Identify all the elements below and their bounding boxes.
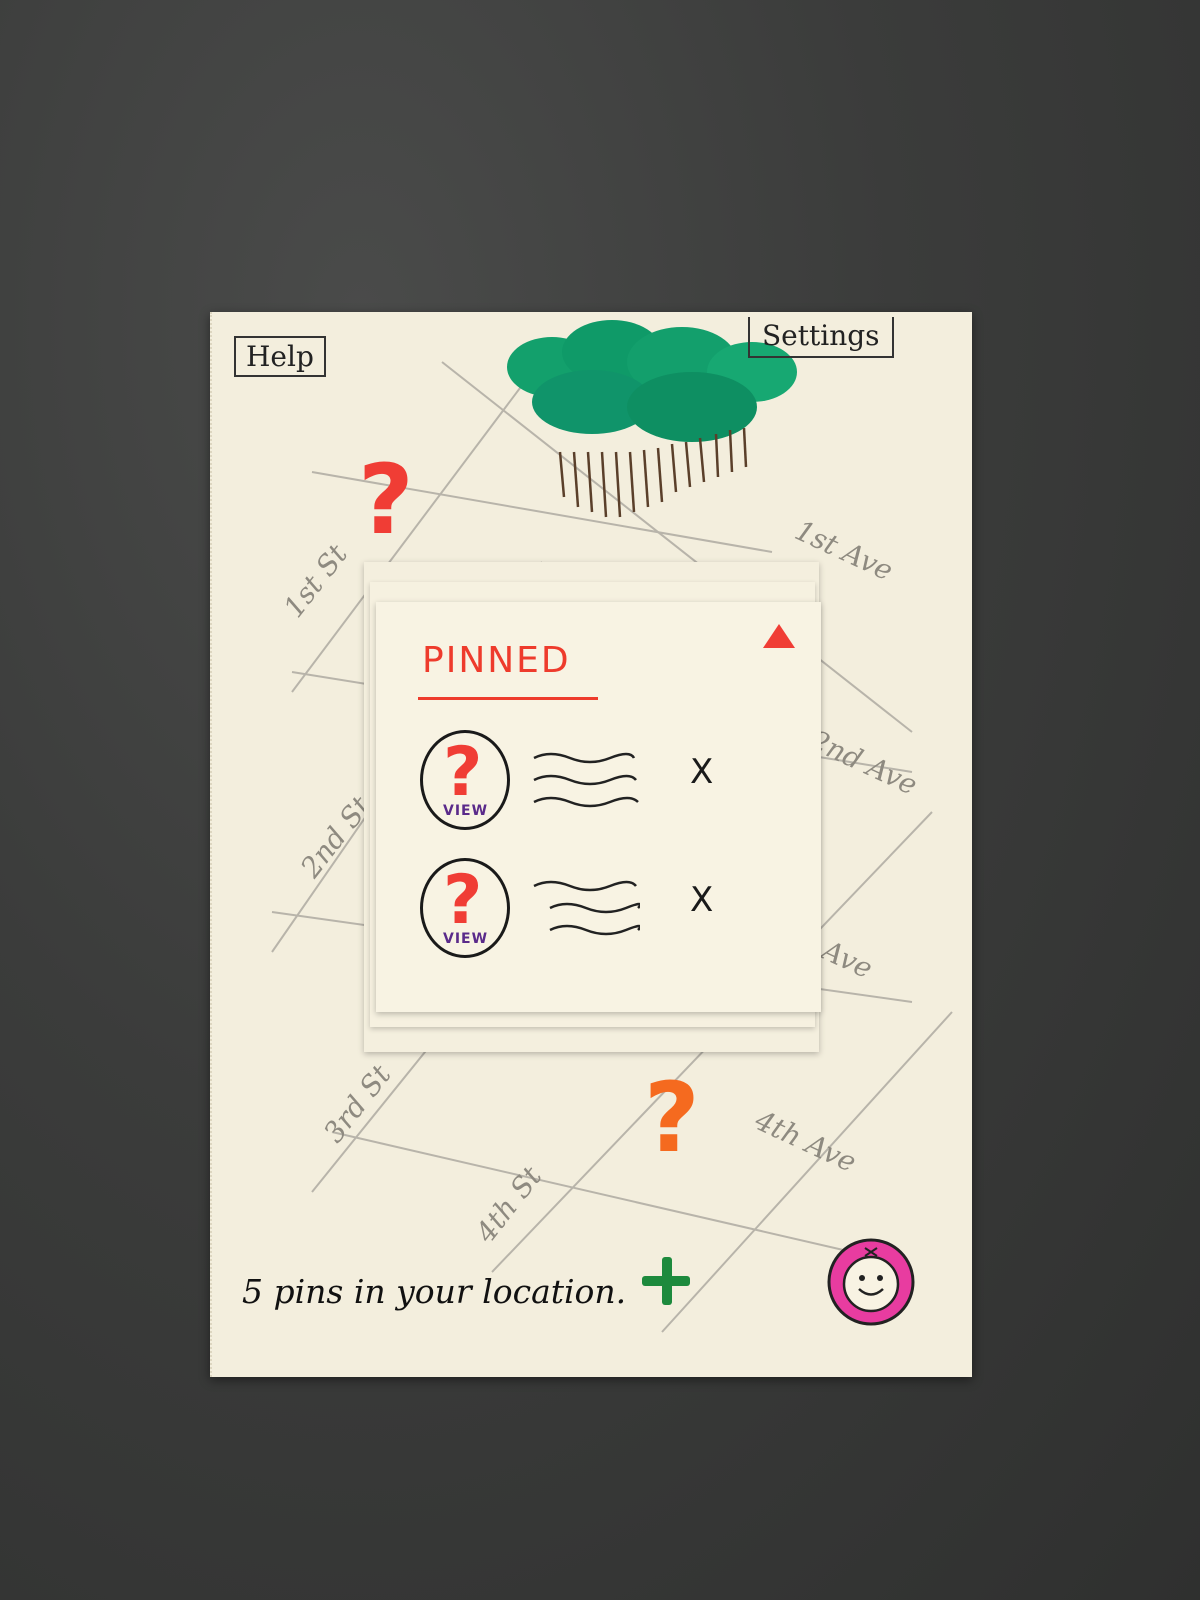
pinned-list-item: ? VIEW X — [420, 730, 800, 840]
app-screen: 1st St 2nd St 3rd St 4th St 1st Ave 2nd … — [210, 312, 972, 1377]
pin-thumbnail-view-button[interactable]: ? VIEW — [420, 858, 510, 958]
view-label: VIEW — [443, 803, 489, 819]
remove-pin-button[interactable]: X — [690, 752, 713, 792]
question-mark-icon: ? — [443, 733, 483, 812]
map-pin-question-icon[interactable]: ? — [644, 1070, 700, 1166]
desk-background: 1st St 2nd St 3rd St 4th St 1st Ave 2nd … — [0, 0, 1200, 1600]
triangle-up-icon[interactable] — [763, 624, 795, 648]
plus-icon[interactable] — [642, 1257, 690, 1305]
remove-pin-button[interactable]: X — [690, 880, 713, 920]
settings-button[interactable]: Settings — [748, 317, 894, 358]
pin-thumbnail-view-button[interactable]: ? VIEW — [420, 730, 510, 830]
smiley-avatar-icon[interactable] — [823, 1234, 919, 1330]
avenue-line — [331, 1131, 853, 1253]
description-placeholder-lines — [533, 752, 639, 808]
title-underline — [418, 697, 598, 700]
pinned-panel: PINNED ? VIEW X ? VIEW X — [376, 602, 821, 1012]
question-mark-icon: ? — [443, 861, 483, 940]
view-label: VIEW — [443, 931, 489, 947]
map-pin-question-icon[interactable]: ? — [358, 452, 414, 548]
help-button[interactable]: Help — [234, 336, 326, 377]
description-placeholder-lines — [533, 880, 640, 936]
pinned-list-item: ? VIEW X — [420, 858, 800, 968]
pinned-panel-title: PINNED — [422, 640, 571, 681]
pins-count-status: 5 pins in your location. — [242, 1272, 627, 1311]
